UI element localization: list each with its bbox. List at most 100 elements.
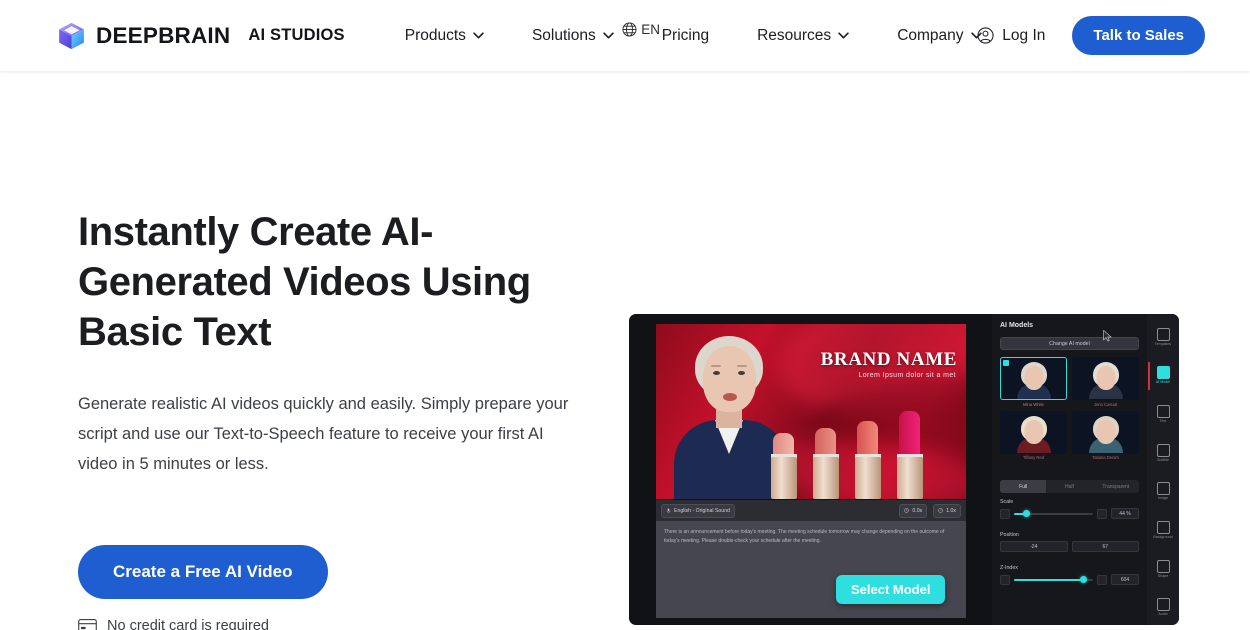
clock-icon <box>904 508 910 513</box>
nav-item-resources[interactable]: Resources <box>757 27 849 45</box>
tab-half[interactable]: Half <box>1046 480 1092 493</box>
scale-link-toggle[interactable] <box>1097 508 1107 519</box>
avatar-eye-left <box>713 371 720 375</box>
brand-name: DEEPBRAIN <box>96 22 231 48</box>
duration-label: 0.0s <box>912 507 923 514</box>
no-credit-card-note: No credit card is required <box>78 618 598 630</box>
avatar-brow-left <box>711 365 721 367</box>
image-icon <box>1156 482 1170 496</box>
model-card-2[interactable]: Tiffany Red <box>1000 410 1067 460</box>
duration-chip[interactable]: 0.0s <box>899 503 928 518</box>
ai-model-icon <box>1156 366 1170 380</box>
scale-lock-toggle[interactable] <box>1000 508 1010 519</box>
rail-item-templates[interactable]: Templates <box>1148 319 1178 355</box>
model-name: Tiffany Red <box>1022 455 1045 460</box>
editor-main-area: BRAND NAME Lorem Ipsum dolor sit a met E… <box>629 314 992 625</box>
rail-item-text[interactable]: Text <box>1148 396 1178 432</box>
model-card-1[interactable]: Jenn Casual <box>1072 357 1139 407</box>
ai-models-panel: AI Models Change AI model Mina White Jen… <box>992 314 1147 625</box>
lipstick-group <box>771 407 961 499</box>
rail-item-shape[interactable]: Shape <box>1148 551 1178 587</box>
model-crop-tabs: Full Half Transparent <box>1000 480 1139 493</box>
voice-language-chip[interactable]: English - Original Sound <box>661 503 735 518</box>
model-card-0[interactable]: Mina White <box>1000 357 1067 407</box>
speed-icon <box>938 508 943 513</box>
nav-item-solutions[interactable]: Solutions <box>532 27 614 45</box>
chevron-down-icon <box>602 32 614 39</box>
video-brand-title: BRAND NAME <box>820 349 957 370</box>
zindex-label: Z-Index <box>1000 565 1018 571</box>
position-y-value[interactable]: 67 <box>1071 541 1139 552</box>
globe-icon <box>622 22 637 37</box>
nav-item-company[interactable]: Company <box>897 26 982 45</box>
panel-title: AI Models <box>1000 322 1034 329</box>
position-x-value[interactable]: -24 <box>1000 541 1068 552</box>
chevron-down-icon <box>838 32 849 39</box>
model-card-3[interactable]: Tatiana Denim <box>1072 410 1139 460</box>
video-toolbar: English - Original Sound 0.0s 1.0x <box>656 500 966 521</box>
nav-item-products[interactable]: Products <box>405 27 484 45</box>
video-preview-stage[interactable]: BRAND NAME Lorem Ipsum dolor sit a met <box>656 324 966 499</box>
video-toolbar-right: 0.0s 1.0x <box>899 503 961 518</box>
templates-icon <box>1156 327 1170 341</box>
rail-item-background[interactable]: Background <box>1148 512 1178 548</box>
select-model-tooltip[interactable]: Select Model <box>836 575 946 604</box>
language-selector[interactable]: EN <box>622 22 660 37</box>
scale-value[interactable]: 44 % <box>1111 508 1139 519</box>
rail-label: Background <box>1153 534 1173 539</box>
model-name: Jenn Casual <box>1093 401 1118 407</box>
rail-label: Subtitle <box>1157 457 1169 462</box>
rail-item-image[interactable]: Image <box>1148 474 1178 510</box>
video-brand-subtitle: Lorem Ipsum dolor sit a met <box>858 372 956 379</box>
rail-label: Text <box>1159 419 1167 424</box>
scale-control: Scale 44 % <box>1000 499 1139 519</box>
login-button[interactable]: Log In <box>977 27 1045 45</box>
model-grid: Mina White Jenn Casual Tiffany Red Tatia… <box>1000 357 1139 460</box>
model-name: Mina White <box>1023 401 1044 407</box>
brand-subtitle: AI STUDIOS <box>248 26 345 44</box>
tab-full[interactable]: Full <box>1000 480 1047 493</box>
nav-label-resources: Resources <box>757 26 832 44</box>
ai-studios-app: BRAND NAME Lorem Ipsum dolor sit a met E… <box>629 314 1179 625</box>
nav-label-company: Company <box>897 26 964 44</box>
zindex-value[interactable]: 604 <box>1111 574 1139 585</box>
rail-label: Image <box>1158 496 1168 501</box>
nav-label-products: Products <box>404 26 466 44</box>
position-control: Position -24 67 <box>1000 532 1139 552</box>
brand-logo[interactable]: DEEPBRAIN AI STUDIOS <box>58 22 345 50</box>
rail-label: AI Model <box>1155 380 1171 385</box>
talk-to-sales-button[interactable]: Talk to Sales <box>1072 16 1205 55</box>
nav-label-solutions: Solutions <box>531 26 596 44</box>
avatar-eye-right <box>738 371 745 375</box>
rail-item-audio[interactable]: Audio <box>1148 589 1178 625</box>
cube-logo-icon <box>59 22 84 49</box>
model-thumbnail <box>1072 357 1139 400</box>
speed-label: 1.0x <box>946 507 956 514</box>
avatar-face <box>703 346 756 412</box>
speed-chip[interactable]: 1.0x <box>933 503 961 518</box>
rail-item-subtitle[interactable]: Subtitle <box>1148 435 1178 471</box>
create-free-ai-video-button[interactable]: Create a Free AI Video <box>78 545 328 599</box>
change-ai-model-button[interactable]: Change AI model <box>1000 337 1139 350</box>
model-thumbnail <box>1000 410 1067 454</box>
subtitle-icon <box>1156 443 1170 457</box>
rail-item-ai-model[interactable]: AI Model <box>1148 358 1178 394</box>
tab-transparent[interactable]: Transparent <box>1093 480 1139 493</box>
scale-slider[interactable] <box>1014 509 1093 519</box>
avatar-mouth <box>723 393 737 401</box>
text-icon <box>1156 405 1170 419</box>
scale-label: Scale <box>1000 499 1014 505</box>
main-nav: Products Solutions Pricing Resources Com… <box>405 27 982 45</box>
shape-icon <box>1156 559 1170 573</box>
position-label: Position <box>1000 532 1019 538</box>
nav-item-pricing[interactable]: Pricing <box>662 27 709 45</box>
chevron-down-icon <box>473 32 484 39</box>
zindex-control: Z-Index 604 <box>1000 565 1139 585</box>
hero-section: Instantly Create AI-Generated Videos Usi… <box>0 71 1250 630</box>
model-thumbnail <box>1072 410 1139 454</box>
zindex-link-toggle[interactable] <box>1097 574 1107 585</box>
rail-label: Shape <box>1157 573 1169 578</box>
zindex-slider[interactable] <box>1014 575 1093 585</box>
hero-copy: Instantly Create AI-Generated Videos Usi… <box>78 207 598 630</box>
zindex-lock-toggle[interactable] <box>1000 574 1010 585</box>
